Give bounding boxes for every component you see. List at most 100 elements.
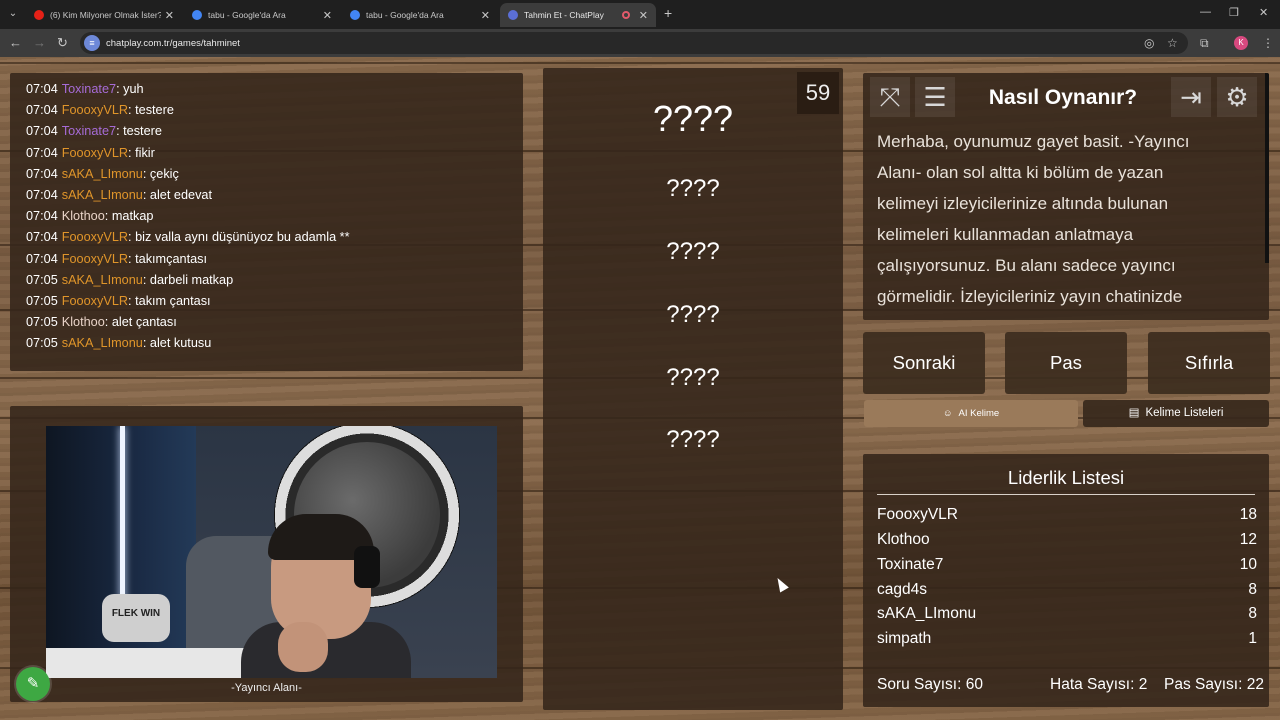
recording-indicator-icon bbox=[621, 11, 630, 19]
word-lists-label: Kelime Listeleri bbox=[1145, 407, 1224, 419]
tab-title: Tahmin Et - ChatPlay bbox=[524, 10, 604, 20]
chat-text: takımçantası bbox=[135, 251, 208, 266]
chat-message: 07:04 FoooxyVLR: fikir bbox=[26, 145, 155, 160]
player-score: 10 bbox=[1239, 556, 1257, 573]
close-tab-icon[interactable]: ✕ bbox=[481, 9, 490, 22]
chat-text: testere bbox=[135, 103, 174, 118]
chat-time: 07:04 bbox=[26, 209, 58, 224]
restore-window-icon[interactable]: ❐ bbox=[1229, 6, 1239, 19]
browser-menu-icon[interactable]: ⋮ bbox=[1262, 36, 1274, 50]
url-text: chatplay.com.tr/games/tahminet bbox=[106, 37, 240, 49]
chat-panel: 07:04 Toxinate7: yuh 07:04 FoooxyVLR: teste… bbox=[10, 73, 523, 371]
next-button[interactable]: Sonraki bbox=[863, 332, 985, 394]
close-tab-icon[interactable]: ✕ bbox=[165, 9, 174, 22]
close-window-icon[interactable]: ✕ bbox=[1259, 6, 1268, 19]
forbidden-word: ???? bbox=[666, 364, 720, 391]
pass-button[interactable]: Pas bbox=[1005, 332, 1127, 394]
player-score: 1 bbox=[1248, 630, 1257, 647]
forbidden-word: ???? bbox=[666, 426, 720, 453]
collapse-icon[interactable]: ⤧ bbox=[870, 77, 910, 117]
player-name: cagd4s bbox=[877, 581, 927, 598]
tab-title: tabu - Google'da Ara bbox=[366, 10, 444, 20]
chat-text: alet kutusu bbox=[149, 336, 212, 351]
tab-search-button[interactable]: ⌄ bbox=[4, 5, 22, 23]
player-score: 8 bbox=[1248, 581, 1257, 598]
chat-text: fikir bbox=[135, 145, 155, 160]
microphone-button[interactable]: ✎ bbox=[16, 667, 50, 701]
close-tab-icon[interactable]: ✕ bbox=[639, 9, 648, 22]
chat-username: Klothoo bbox=[61, 209, 105, 224]
chat-text: çekiç bbox=[149, 166, 179, 181]
leaderboard-row: simpath 1 bbox=[877, 630, 1257, 648]
pillow-text: FLEK WIN bbox=[102, 594, 170, 642]
close-tab-icon[interactable]: ✕ bbox=[323, 9, 332, 22]
chat-time: 07:04 bbox=[26, 251, 58, 266]
reset-button[interactable]: Sıfırla bbox=[1148, 332, 1270, 394]
chatplay-favicon-icon bbox=[508, 10, 518, 20]
address-bar[interactable]: ≡ chatplay.com.tr/games/tahminet bbox=[80, 32, 1188, 54]
player-score: 8 bbox=[1248, 605, 1257, 622]
player-name: simpath bbox=[877, 630, 932, 647]
bookmark-star-icon[interactable]: ☆ bbox=[1167, 36, 1178, 50]
google-favicon-icon bbox=[192, 10, 202, 20]
minimize-window-icon[interactable]: — bbox=[1200, 6, 1211, 18]
help-scrollbar[interactable] bbox=[1265, 73, 1269, 263]
reload-icon[interactable]: ↻ bbox=[57, 35, 68, 51]
webcam-feed: FLEK WIN bbox=[46, 426, 497, 678]
leaderboard-row: cagd4s 8 bbox=[877, 581, 1257, 599]
chat-username: sAKA_LImonu bbox=[61, 166, 143, 181]
chat-text: darbeli matkap bbox=[149, 272, 234, 287]
chat-message: 07:04 Klothoo: matkap bbox=[26, 209, 154, 224]
how-to-play-panel: ⤧ ☰ Nasıl Oynanır? ⇥ ⚙ Merhaba, oyunumuz… bbox=[863, 73, 1269, 320]
chat-time: 07:05 bbox=[26, 336, 58, 351]
word-panel: 59 ???? ???? ???? ???? ???? ???? bbox=[543, 68, 843, 710]
game-page: 07:04 Toxinate7: yuh 07:04 FoooxyVLR: teste… bbox=[0, 57, 1280, 720]
chat-text: yuh bbox=[123, 82, 144, 96]
ai-word-tab[interactable]: ☺ AI Kelime bbox=[864, 400, 1078, 427]
browser-tab[interactable]: tabu - Google'da Ara ✕ bbox=[342, 3, 498, 27]
chat-message: 07:05 Klothoo: alet çantası bbox=[26, 315, 177, 330]
extensions-icon[interactable]: ⧉ bbox=[1200, 36, 1209, 51]
chat-time: 07:04 bbox=[26, 82, 58, 96]
chat-text: biz valla aynı düşünüyoz bu adamla ** bbox=[135, 230, 350, 245]
chat-message: 07:04 FoooxyVLR: testere bbox=[26, 103, 174, 118]
browser-tab[interactable]: tabu - Google'da Ara ✕ bbox=[184, 3, 340, 27]
chat-username: Toxinate7 bbox=[61, 124, 117, 139]
chat-time: 07:05 bbox=[26, 272, 58, 287]
gear-icon[interactable]: ⚙ bbox=[1217, 77, 1257, 117]
chat-time: 07:04 bbox=[26, 230, 58, 245]
new-tab-button[interactable]: + bbox=[664, 5, 672, 21]
streamer-area-caption: -Yayıncı Alanı- bbox=[231, 682, 302, 694]
player-name: Klothoo bbox=[877, 531, 930, 548]
google-favicon-icon bbox=[350, 10, 360, 20]
chat-username: sAKA_LImonu bbox=[61, 272, 143, 287]
player-name: FoooxyVLR bbox=[877, 506, 958, 523]
forward-arrow-icon[interactable]: → bbox=[33, 35, 46, 50]
exit-icon[interactable]: ⇥ bbox=[1171, 77, 1211, 117]
chat-text: alet edevat bbox=[149, 188, 212, 203]
chat-username: FoooxyVLR bbox=[61, 103, 129, 118]
chat-text: matkap bbox=[111, 209, 154, 224]
chat-message: 07:05 FoooxyVLR: takım çantası bbox=[26, 294, 211, 309]
chat-time: 07:04 bbox=[26, 145, 58, 160]
chat-message: 07:04 sAKA_LImonu: alet edevat bbox=[26, 188, 212, 203]
chat-time: 07:04 bbox=[26, 166, 58, 181]
chat-username: Toxinate7 bbox=[61, 82, 117, 96]
word-lists-tab[interactable]: ▤ Kelime Listeleri bbox=[1083, 400, 1269, 427]
leaderboard-title: Liderlik Listesi bbox=[1007, 467, 1125, 488]
question-count: Soru Sayısı: 60 bbox=[877, 676, 983, 693]
chat-username: FoooxyVLR bbox=[61, 251, 129, 266]
forbidden-word: ???? bbox=[666, 301, 720, 328]
profile-avatar[interactable]: K bbox=[1234, 36, 1248, 50]
clipboard-icon: ▤ bbox=[1128, 407, 1140, 419]
tab-title: tabu - Google'da Ara bbox=[208, 10, 286, 20]
chat-time: 07:04 bbox=[26, 103, 58, 118]
browser-tab[interactable]: (6) Kim Milyoner Olmak İster? 1 ✕ bbox=[26, 3, 182, 27]
back-arrow-icon[interactable]: ← bbox=[9, 35, 22, 50]
notes-icon[interactable]: ☰ bbox=[915, 77, 955, 117]
chat-username: sAKA_LImonu bbox=[61, 188, 143, 203]
browser-tab-active[interactable]: Tahmin Et - ChatPlay ✕ bbox=[500, 3, 656, 27]
player-name: sAKA_LImonu bbox=[877, 605, 977, 622]
site-info-icon[interactable]: ≡ bbox=[84, 35, 100, 51]
eye-off-icon[interactable]: ◎ bbox=[1144, 36, 1154, 50]
